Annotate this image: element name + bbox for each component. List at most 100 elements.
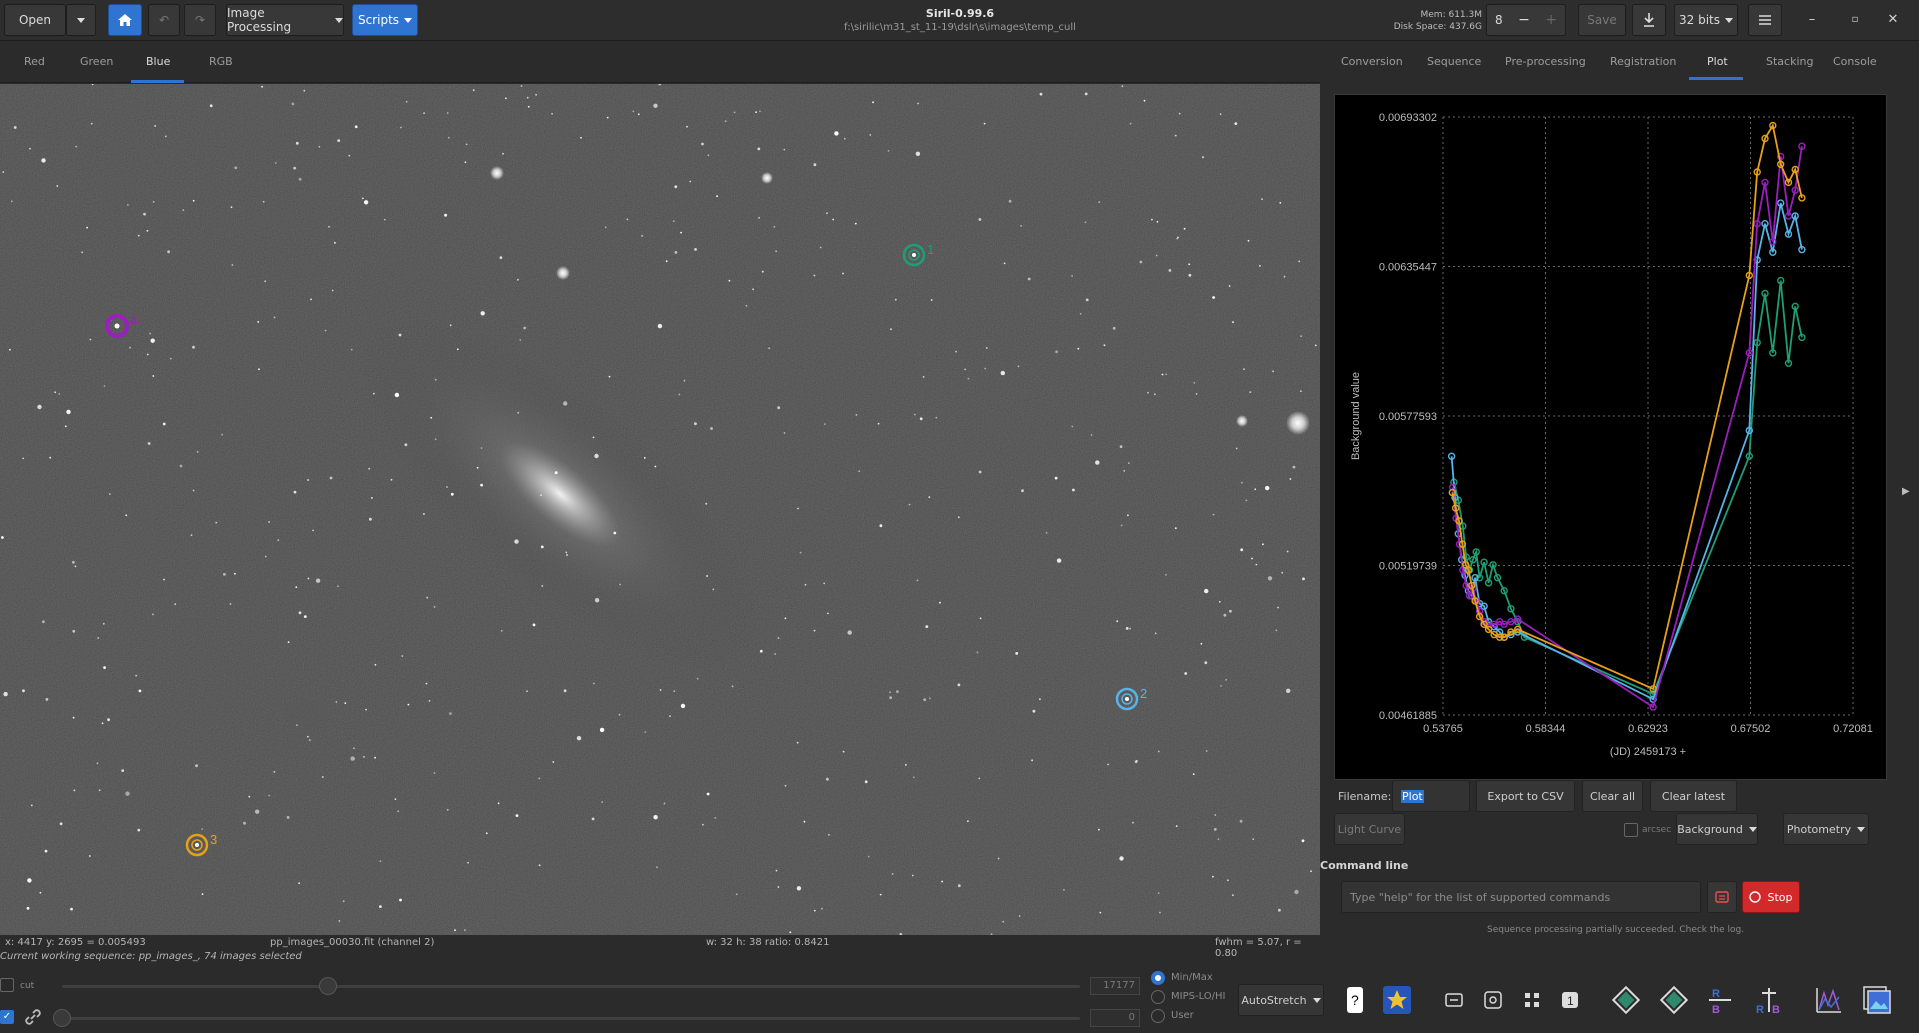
- filename-input[interactable]: Plot: [1392, 780, 1470, 812]
- faint-star: [1247, 239, 1250, 242]
- zoom-one-button[interactable]: 1: [1553, 983, 1587, 1017]
- recent-files-dropdown[interactable]: [66, 4, 96, 36]
- tab-rgb[interactable]: RGB: [209, 55, 233, 68]
- save-button[interactable]: Save: [1578, 4, 1626, 36]
- zoom-out-button[interactable]: [1515, 983, 1549, 1017]
- faint-star: [328, 225, 330, 228]
- tab-stacking[interactable]: Stacking: [1766, 55, 1813, 68]
- plus-icon[interactable]: +: [1545, 12, 1557, 28]
- faint-star: [915, 151, 921, 156]
- tab-conversion[interactable]: Conversion: [1341, 55, 1403, 68]
- flip-horizontal-button[interactable]: [1609, 983, 1643, 1017]
- faint-star: [618, 713, 621, 716]
- faint-star: [887, 150, 890, 152]
- faint-star: [41, 158, 46, 163]
- image-info-button[interactable]: [1860, 983, 1894, 1017]
- close-button[interactable]: ✕: [1882, 10, 1904, 30]
- stop-button[interactable]: Stop: [1742, 881, 1800, 913]
- zoom-in-button[interactable]: [1476, 983, 1510, 1017]
- light-curve-button[interactable]: Light Curve: [1334, 813, 1405, 845]
- cut-checkbox[interactable]: [0, 978, 14, 992]
- tab-preprocessing[interactable]: Pre-processing: [1505, 55, 1586, 68]
- faint-star: [298, 177, 302, 181]
- minmax-radio[interactable]: [1151, 971, 1165, 985]
- command-help-button[interactable]: [1707, 881, 1737, 913]
- main-menu-button[interactable]: [1748, 4, 1782, 36]
- histogram-button[interactable]: [1812, 983, 1846, 1017]
- user-radio[interactable]: [1151, 1009, 1165, 1023]
- faint-star: [315, 578, 321, 583]
- arcsec-checkbox[interactable]: [1624, 823, 1638, 837]
- faint-star: [1240, 548, 1244, 552]
- lo-value-field[interactable]: 0: [1090, 1009, 1140, 1027]
- undo-button[interactable]: ↶: [148, 4, 180, 36]
- faint-star: [295, 586, 298, 588]
- negative-view-button[interactable]: ?: [1338, 983, 1372, 1017]
- mips-radio[interactable]: [1151, 990, 1165, 1004]
- redo-button[interactable]: ↷: [184, 4, 216, 36]
- command-input[interactable]: Type "help" for the list of supported co…: [1341, 881, 1701, 913]
- faint-star: [307, 479, 309, 481]
- faint-star: [1212, 296, 1215, 299]
- link-icon[interactable]: [22, 1006, 44, 1028]
- hi-value-field[interactable]: 17177: [1090, 977, 1140, 995]
- tab-console[interactable]: Console: [1833, 55, 1877, 68]
- tab-green[interactable]: Green: [80, 55, 113, 68]
- command-line-label: Command line: [1320, 859, 1409, 872]
- hi-slider[interactable]: [62, 985, 1080, 988]
- background-chart[interactable]: 0.53765 0.58344 0.62923 0.67502 0.72081 0.006…: [1335, 95, 1886, 779]
- flip-vertical-button[interactable]: [1657, 983, 1691, 1017]
- home-button[interactable]: [108, 4, 142, 36]
- thread-count-field[interactable]: 8 − +: [1486, 4, 1566, 36]
- open-button[interactable]: Open: [4, 4, 66, 36]
- faint-star: [262, 200, 265, 203]
- faint-star: [858, 470, 861, 473]
- faint-star: [735, 893, 738, 896]
- export-csv-button[interactable]: Export to CSV: [1476, 780, 1575, 812]
- minus-icon[interactable]: −: [1518, 12, 1530, 28]
- faint-star: [74, 565, 77, 568]
- save-as-button[interactable]: [1632, 4, 1666, 36]
- faint-star: [1223, 613, 1227, 617]
- faint-star: [81, 251, 84, 254]
- faint-star: [1095, 460, 1100, 465]
- clear-latest-button[interactable]: Clear latest: [1650, 780, 1737, 812]
- maximize-button[interactable]: ▫: [1844, 10, 1866, 30]
- background-dropdown[interactable]: Background: [1676, 813, 1758, 845]
- tab-blue[interactable]: Blue: [146, 55, 170, 68]
- faint-star: [485, 832, 488, 835]
- bit-depth-dropdown[interactable]: 32 bits: [1674, 4, 1738, 36]
- faint-star: [957, 683, 961, 687]
- clear-all-button[interactable]: Clear all: [1582, 780, 1643, 812]
- faint-star: [1220, 685, 1222, 687]
- faint-star: [686, 125, 688, 128]
- collapse-panel-arrow[interactable]: ▶: [1902, 486, 1910, 497]
- mirror-button[interactable]: RB: [1703, 983, 1737, 1017]
- plot-area[interactable]: 0.53765 0.58344 0.62923 0.67502 0.72081 0.006…: [1334, 94, 1887, 780]
- faint-star: [476, 466, 479, 469]
- image-viewer[interactable]: 1 2 3 4: [0, 84, 1320, 935]
- faint-star: [701, 142, 704, 146]
- tab-sequence[interactable]: Sequence: [1427, 55, 1481, 68]
- hi-slider-handle[interactable]: [319, 977, 337, 995]
- color-saturation-button[interactable]: [1380, 983, 1414, 1017]
- tab-registration[interactable]: Registration: [1610, 55, 1676, 68]
- tab-red[interactable]: Red: [24, 55, 45, 68]
- faint-star: [248, 795, 251, 798]
- faint-star: [694, 248, 697, 251]
- photometry-dropdown[interactable]: Photometry: [1783, 813, 1869, 845]
- zoom-fit-button[interactable]: [1437, 983, 1471, 1017]
- faint-star: [268, 521, 270, 523]
- tab-plot[interactable]: Plot: [1707, 55, 1728, 68]
- stretch-dropdown[interactable]: AutoStretch: [1238, 984, 1324, 1016]
- scripts-menu[interactable]: Scripts: [352, 4, 418, 36]
- lo-slider[interactable]: [62, 1017, 1080, 1020]
- image-processing-menu[interactable]: Image Processing: [226, 4, 344, 36]
- lo-slider-handle[interactable]: [53, 1009, 71, 1027]
- series-line: [1451, 123, 1803, 691]
- minimize-button[interactable]: –: [1801, 10, 1823, 30]
- split-channels-button[interactable]: RB: [1752, 983, 1786, 1017]
- link-checkbox[interactable]: ✓: [0, 1010, 14, 1024]
- faint-star: [59, 822, 63, 826]
- astro-image[interactable]: 1 2 3 4: [0, 84, 1320, 935]
